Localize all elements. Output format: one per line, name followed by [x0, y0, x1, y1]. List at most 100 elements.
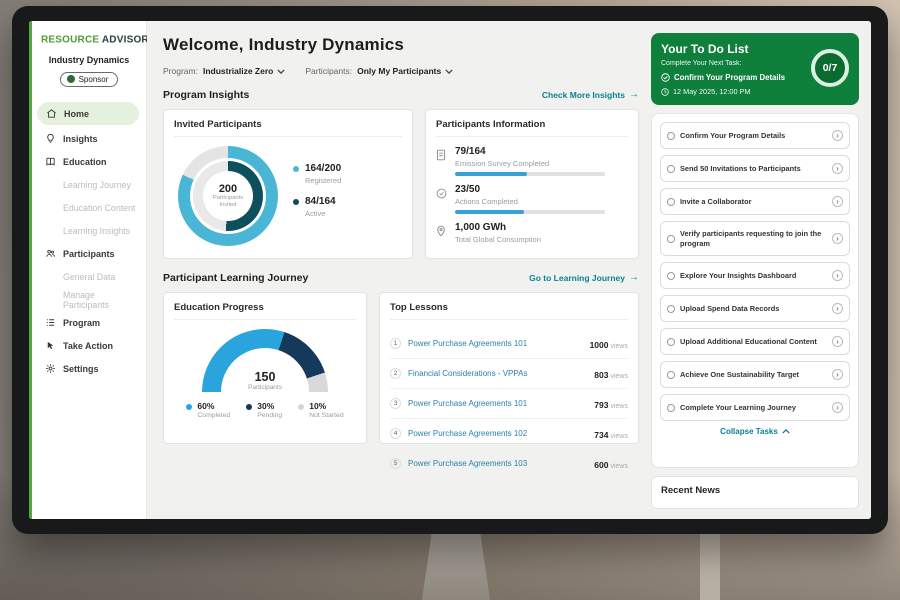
- legend-item-pending: 30% Pending: [246, 401, 282, 419]
- lesson-link[interactable]: Financial Considerations - VPPAs: [408, 369, 587, 378]
- lesson-link[interactable]: Power Purchase Agreements 101: [408, 339, 583, 348]
- program-insights-title: Program Insights: [163, 89, 249, 101]
- lesson-link[interactable]: Power Purchase Agreements 102: [408, 429, 587, 438]
- lesson-rank: 5: [390, 458, 401, 469]
- task-checkbox[interactable]: [667, 272, 675, 280]
- completed-dot-icon: [186, 404, 192, 410]
- task-chevron-icon[interactable]: ›: [832, 303, 843, 314]
- invited-participants-card: Invited Participants 200 Participants In…: [163, 109, 413, 259]
- check-circle-icon: [661, 73, 670, 82]
- lesson-rank: 2: [390, 368, 401, 379]
- arrow-right-icon: →: [629, 90, 639, 100]
- todo-due-date: 12 May 2025, 12:00 PM: [661, 87, 849, 96]
- learning-journey-title: Participant Learning Journey: [163, 272, 308, 284]
- card-title: Education Progress: [174, 302, 356, 320]
- app-window: RESOURCE ADVISOR+ Industry Dynamics Spon…: [29, 21, 871, 519]
- program-select[interactable]: Industrialize Zero: [203, 66, 285, 76]
- todo-task[interactable]: Verify participants requesting to join t…: [660, 221, 850, 256]
- sidebar-item-label: Education: [63, 157, 107, 167]
- task-chevron-icon[interactable]: ›: [832, 163, 843, 174]
- task-checkbox[interactable]: [667, 235, 675, 243]
- sponsor-icon: [67, 75, 75, 83]
- lesson-link[interactable]: Power Purchase Agreements 101: [408, 399, 587, 408]
- org-name: Industry Dynamics: [36, 55, 142, 65]
- sidebar-item-label: Program: [63, 318, 100, 328]
- task-chevron-icon[interactable]: ›: [832, 336, 843, 347]
- invited-donut-chart: 200 Participants Invited: [178, 146, 278, 246]
- collapse-tasks-link[interactable]: Collapse Tasks: [660, 427, 850, 436]
- sidebar-item-home[interactable]: Home: [37, 102, 139, 125]
- monitor-stand: [422, 534, 490, 600]
- todo-task[interactable]: Upload Additional Educational Content ›: [660, 328, 850, 355]
- sidebar-item-settings[interactable]: Settings: [32, 357, 146, 380]
- todo-task[interactable]: Send 50 Invitations to Participants ›: [660, 155, 850, 182]
- todo-task[interactable]: Upload Spend Data Records ›: [660, 295, 850, 322]
- actions-progress-bar: [455, 210, 605, 214]
- sidebar-item-learning-insights[interactable]: Learning Insights: [32, 219, 146, 242]
- sidebar-item-label: Manage Participants: [63, 290, 140, 310]
- brand-logo: RESOURCE ADVISOR+: [32, 21, 146, 51]
- todo-progress-ring: 0/7: [811, 49, 849, 87]
- task-checkbox[interactable]: [667, 165, 675, 173]
- task-checkbox[interactable]: [667, 198, 675, 206]
- task-checkbox[interactable]: [667, 338, 675, 346]
- lesson-link[interactable]: Power Purchase Agreements 103: [408, 459, 587, 468]
- task-chevron-icon[interactable]: ›: [832, 270, 843, 281]
- sidebar-item-manage-participants[interactable]: Manage Participants: [32, 288, 146, 311]
- check-more-insights-link[interactable]: Check More Insights →: [542, 90, 639, 100]
- stat-actions: 23/50 Actions Completed: [436, 184, 628, 214]
- legend-item-completed: 60% Completed: [186, 401, 230, 419]
- recent-news-card: Recent News: [651, 476, 859, 509]
- task-chevron-icon[interactable]: ›: [832, 233, 843, 244]
- donut-legend: 164/200 Registered 84/164 Active: [293, 163, 341, 229]
- todo-task[interactable]: Complete Your Learning Journey ›: [660, 394, 850, 421]
- sidebar-item-take-action[interactable]: Take Action: [32, 334, 146, 357]
- card-title: Invited Participants: [174, 119, 402, 137]
- pin-icon: [436, 222, 447, 248]
- sidebar-item-insights[interactable]: Insights: [32, 127, 146, 150]
- donut-center-value: 200: [219, 183, 237, 195]
- lesson-rank: 3: [390, 398, 401, 409]
- task-chevron-icon[interactable]: ›: [832, 196, 843, 207]
- top-lessons-card: Top Lessons 1 Power Purchase Agreements …: [379, 292, 639, 444]
- task-checkbox[interactable]: [667, 371, 675, 379]
- recent-news-title: Recent News: [661, 485, 720, 496]
- sidebar-item-program[interactable]: Program: [32, 311, 146, 334]
- todo-panel: Your To Do List Complete Your Next Task:…: [651, 33, 859, 509]
- legend-item-registered: 164/200 Registered: [293, 163, 341, 185]
- sidebar-item-learning-journey[interactable]: Learning Journey: [32, 173, 146, 196]
- lesson-row: 3 Power Purchase Agreements 101 793views: [390, 389, 628, 419]
- monitor-frame: RESOURCE ADVISOR+ Industry Dynamics Spon…: [12, 6, 888, 534]
- people-icon: [44, 248, 56, 260]
- todo-task[interactable]: Explore Your Insights Dashboard ›: [660, 262, 850, 289]
- survey-progress-bar: [455, 172, 605, 176]
- main-column: Welcome, Industry Dynamics Program: Indu…: [163, 33, 639, 509]
- todo-header-card: Your To Do List Complete Your Next Task:…: [651, 33, 859, 105]
- sidebar-item-education-content[interactable]: Education Content: [32, 196, 146, 219]
- gauge-center-value: 150: [255, 370, 276, 384]
- task-checkbox[interactable]: [667, 132, 675, 140]
- wall-highlight: [700, 534, 720, 600]
- todo-task[interactable]: Confirm Your Program Details ›: [660, 122, 850, 149]
- todo-task[interactable]: Achieve One Sustainability Target ›: [660, 361, 850, 388]
- org-section: Industry Dynamics Sponsor: [32, 51, 146, 98]
- pointer-icon: [44, 340, 56, 352]
- sidebar-item-general-data[interactable]: General Data: [32, 265, 146, 288]
- task-checkbox[interactable]: [667, 404, 675, 412]
- list-icon: [44, 317, 56, 329]
- go-to-learning-journey-link[interactable]: Go to Learning Journey →: [529, 273, 639, 283]
- sidebar-item-participants[interactable]: Participants: [32, 242, 146, 265]
- chevron-up-icon: [782, 429, 790, 434]
- participants-select[interactable]: Only My Participants: [357, 66, 453, 76]
- task-checkbox[interactable]: [667, 305, 675, 313]
- sidebar-item-education[interactable]: Education: [32, 150, 146, 173]
- sidebar-item-label: General Data: [63, 272, 115, 282]
- task-chevron-icon[interactable]: ›: [832, 369, 843, 380]
- lesson-row: 5 Power Purchase Agreements 103 600views: [390, 449, 628, 478]
- stat-consumption: 1,000 GWh Total Global Consumption: [436, 222, 628, 248]
- task-chevron-icon[interactable]: ›: [832, 130, 843, 141]
- gauge-legend: 60% Completed 30% Pending: [186, 401, 343, 419]
- not-started-dot-icon: [298, 404, 304, 410]
- task-chevron-icon[interactable]: ›: [832, 402, 843, 413]
- todo-task[interactable]: Invite a Collaborator ›: [660, 188, 850, 215]
